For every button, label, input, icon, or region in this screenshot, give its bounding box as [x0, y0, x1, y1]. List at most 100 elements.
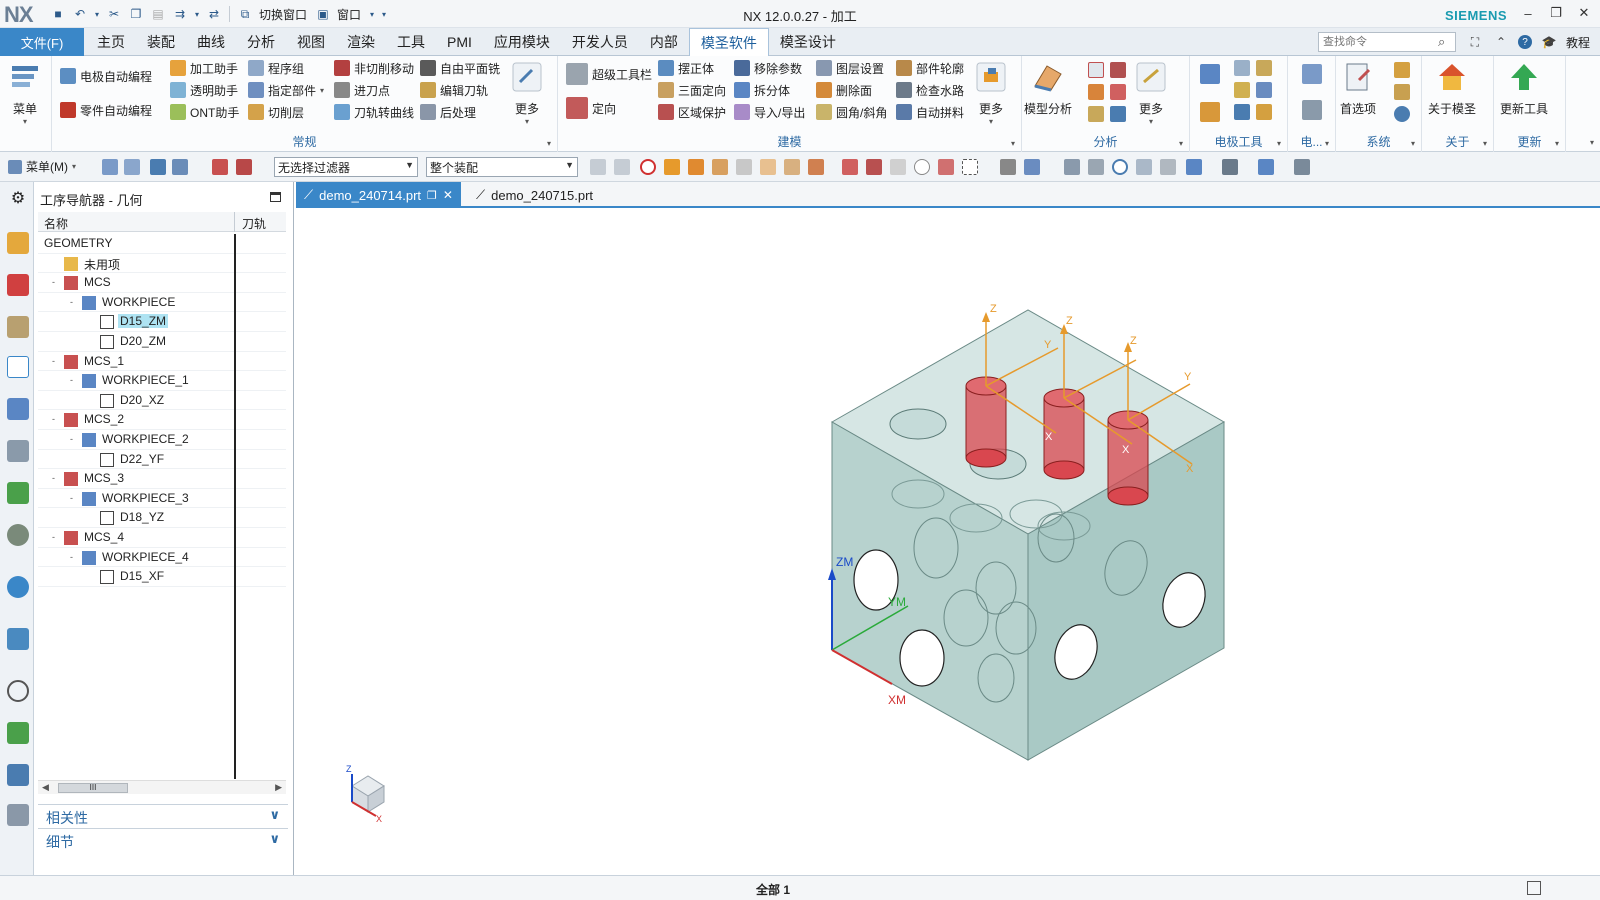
customize-icon[interactable]: ▾: [379, 4, 389, 24]
render-style-icon[interactable]: [1258, 159, 1274, 175]
snap-point-icon[interactable]: [712, 159, 728, 175]
ribbon-options-icon[interactable]: ▾: [1590, 138, 1594, 147]
collapse-toggle-icon[interactable]: -: [52, 533, 59, 542]
no-snap-icon[interactable]: [640, 159, 656, 175]
role-icon[interactable]: [7, 764, 29, 786]
file-menu-tab[interactable]: 文件(F): [0, 28, 84, 56]
ribbon-tab[interactable]: PMI: [436, 28, 483, 56]
column-header-toolpath[interactable]: 刀轨: [242, 215, 266, 232]
scroll-left-icon[interactable]: ◀: [42, 782, 49, 793]
ribbon-tab[interactable]: 内部: [639, 28, 689, 56]
straighten-body-button[interactable]: 摆正体: [658, 58, 714, 78]
cut-levels-button[interactable]: 切削层: [248, 102, 304, 122]
group-expand-icon[interactable]: ▾: [1277, 139, 1281, 148]
free-face-milling-button[interactable]: 自由平面铣: [420, 58, 500, 78]
check-waterline-button[interactable]: 检查水路: [896, 80, 964, 100]
maximize-icon[interactable]: [270, 192, 281, 202]
repeat-command-icon[interactable]: ⇉: [170, 4, 190, 24]
entry-point-button[interactable]: 进刀点: [334, 80, 390, 100]
more-analysis-button[interactable]: 更多 ▾: [1134, 60, 1168, 126]
ribbon-tab[interactable]: 视图: [286, 28, 336, 56]
edit-toolpath-button[interactable]: 编辑刀轨: [420, 80, 488, 100]
part-outline-button[interactable]: 部件轮廓: [896, 58, 964, 78]
reuse-library-icon[interactable]: [7, 440, 29, 462]
program-group-button[interactable]: 程序组: [248, 58, 304, 78]
document-tab[interactable]: ⟋ demo_240715.prt: [468, 182, 601, 208]
graphics-window[interactable]: Z Z Z Y Y X X X ZM YM XM Z X: [139, 208, 1600, 875]
collapse-toggle-icon[interactable]: -: [52, 278, 59, 287]
electrode-tool-7[interactable]: [1256, 80, 1272, 100]
menu-big-button[interactable]: 菜单 ▾: [8, 60, 42, 126]
web-browser-icon[interactable]: [7, 628, 29, 650]
column-header-name[interactable]: 名称: [44, 215, 68, 232]
dependencies-panel[interactable]: 相关性 ∨: [38, 804, 288, 826]
select-tool-icon[interactable]: [150, 159, 166, 175]
undock-icon[interactable]: ❐: [427, 189, 437, 202]
column-divider[interactable]: [234, 212, 235, 232]
ribbon-tab[interactable]: 曲线: [186, 28, 236, 56]
ribbon-tab[interactable]: 装配: [136, 28, 186, 56]
history-clock-icon[interactable]: [7, 680, 29, 702]
more-modeling-button[interactable]: 更多 ▾: [974, 60, 1008, 126]
selection-filter-combo[interactable]: 无选择过滤器 ▼: [274, 157, 418, 177]
electrode-tool-5[interactable]: [1234, 102, 1250, 122]
eye-icon[interactable]: [7, 524, 29, 546]
model-analysis-button[interactable]: 模型分析: [1024, 60, 1072, 117]
ribbon-tab[interactable]: 开发人员: [561, 28, 639, 56]
collapse-toggle-icon[interactable]: -: [70, 552, 77, 561]
switch-window-button[interactable]: 切换窗口: [259, 6, 307, 23]
fillet-chamfer-button[interactable]: 圆角/斜角: [816, 102, 887, 122]
tree-row[interactable]: - MCS_3: [38, 469, 286, 489]
view-tool-icon[interactable]: [1160, 159, 1176, 175]
snap-point-icon[interactable]: [736, 159, 752, 175]
operation-navigator-icon[interactable]: [7, 356, 29, 378]
region-protect-button[interactable]: 区域保护: [658, 102, 726, 122]
tree-row[interactable]: - WORKPIECE_2: [38, 430, 286, 450]
collapse-toggle-icon[interactable]: -: [52, 415, 59, 424]
more-general-button[interactable]: 更多 ▾: [510, 60, 544, 126]
collapse-toggle-icon[interactable]: -: [70, 376, 77, 385]
auto-stock-button[interactable]: 自动拼料: [896, 102, 964, 122]
group-expand-icon[interactable]: ▾: [1325, 139, 1329, 148]
tree-row[interactable]: GEOMETRY: [38, 234, 286, 254]
electrode-extra-2[interactable]: [1302, 100, 1322, 120]
electrode-extra-1[interactable]: [1302, 64, 1322, 84]
view-icon[interactable]: [1024, 159, 1040, 175]
ribbon-tab[interactable]: 应用模块: [483, 28, 561, 56]
tree-row[interactable]: - WORKPIECE_4: [38, 548, 286, 568]
draft-analysis-button[interactable]: [1110, 104, 1126, 124]
snap-icon[interactable]: [614, 159, 630, 175]
group-expand-icon[interactable]: ▾: [1411, 139, 1415, 148]
tree-row[interactable]: D15_ZM: [38, 312, 286, 332]
group-expand-icon[interactable]: ▾: [1179, 139, 1183, 148]
dropdown-icon[interactable]: ▾: [192, 4, 202, 24]
document-tab-active[interactable]: ⟋ demo_240714.prt ❐ ✕: [296, 182, 461, 208]
view-tool-icon[interactable]: [1088, 159, 1104, 175]
close-icon[interactable]: ✕: [443, 188, 453, 202]
rotate-icon[interactable]: [1112, 159, 1128, 175]
details-panel[interactable]: 细节 ∨: [38, 828, 288, 850]
tree-row[interactable]: - MCS_4: [38, 528, 286, 548]
selection-mode-icon[interactable]: [212, 159, 228, 175]
snap-curve-icon[interactable]: [760, 159, 776, 175]
ont-assistant-button[interactable]: ONT助手: [170, 102, 239, 122]
split-body-button[interactable]: 拆分体: [734, 80, 790, 100]
view-icon[interactable]: [1000, 159, 1016, 175]
update-tools-button[interactable]: 更新工具: [1500, 60, 1548, 117]
group-expand-icon[interactable]: ▾: [1011, 139, 1015, 148]
snap-icon[interactable]: [890, 159, 906, 175]
switch-window-icon[interactable]: ⧉: [235, 4, 255, 24]
collapse-toggle-icon[interactable]: -: [70, 297, 77, 306]
menu-dropdown-button[interactable]: 菜单(M) ▾: [8, 158, 76, 175]
horizontal-scrollbar[interactable]: ◀ III ▶: [38, 780, 286, 794]
snap-point-icon[interactable]: [688, 159, 704, 175]
snap-icon[interactable]: [938, 159, 954, 175]
select-tool-icon[interactable]: [172, 159, 188, 175]
color-analysis-button[interactable]: [1088, 82, 1104, 102]
electrode-tool-4[interactable]: [1234, 80, 1250, 100]
window-button[interactable]: 窗口: [337, 6, 361, 23]
tree-row[interactable]: - WORKPIECE_3: [38, 489, 286, 509]
tree-row[interactable]: D15_XF: [38, 567, 286, 587]
weight-button[interactable]: [1088, 60, 1104, 80]
gear-icon[interactable]: ⚙: [7, 188, 29, 210]
